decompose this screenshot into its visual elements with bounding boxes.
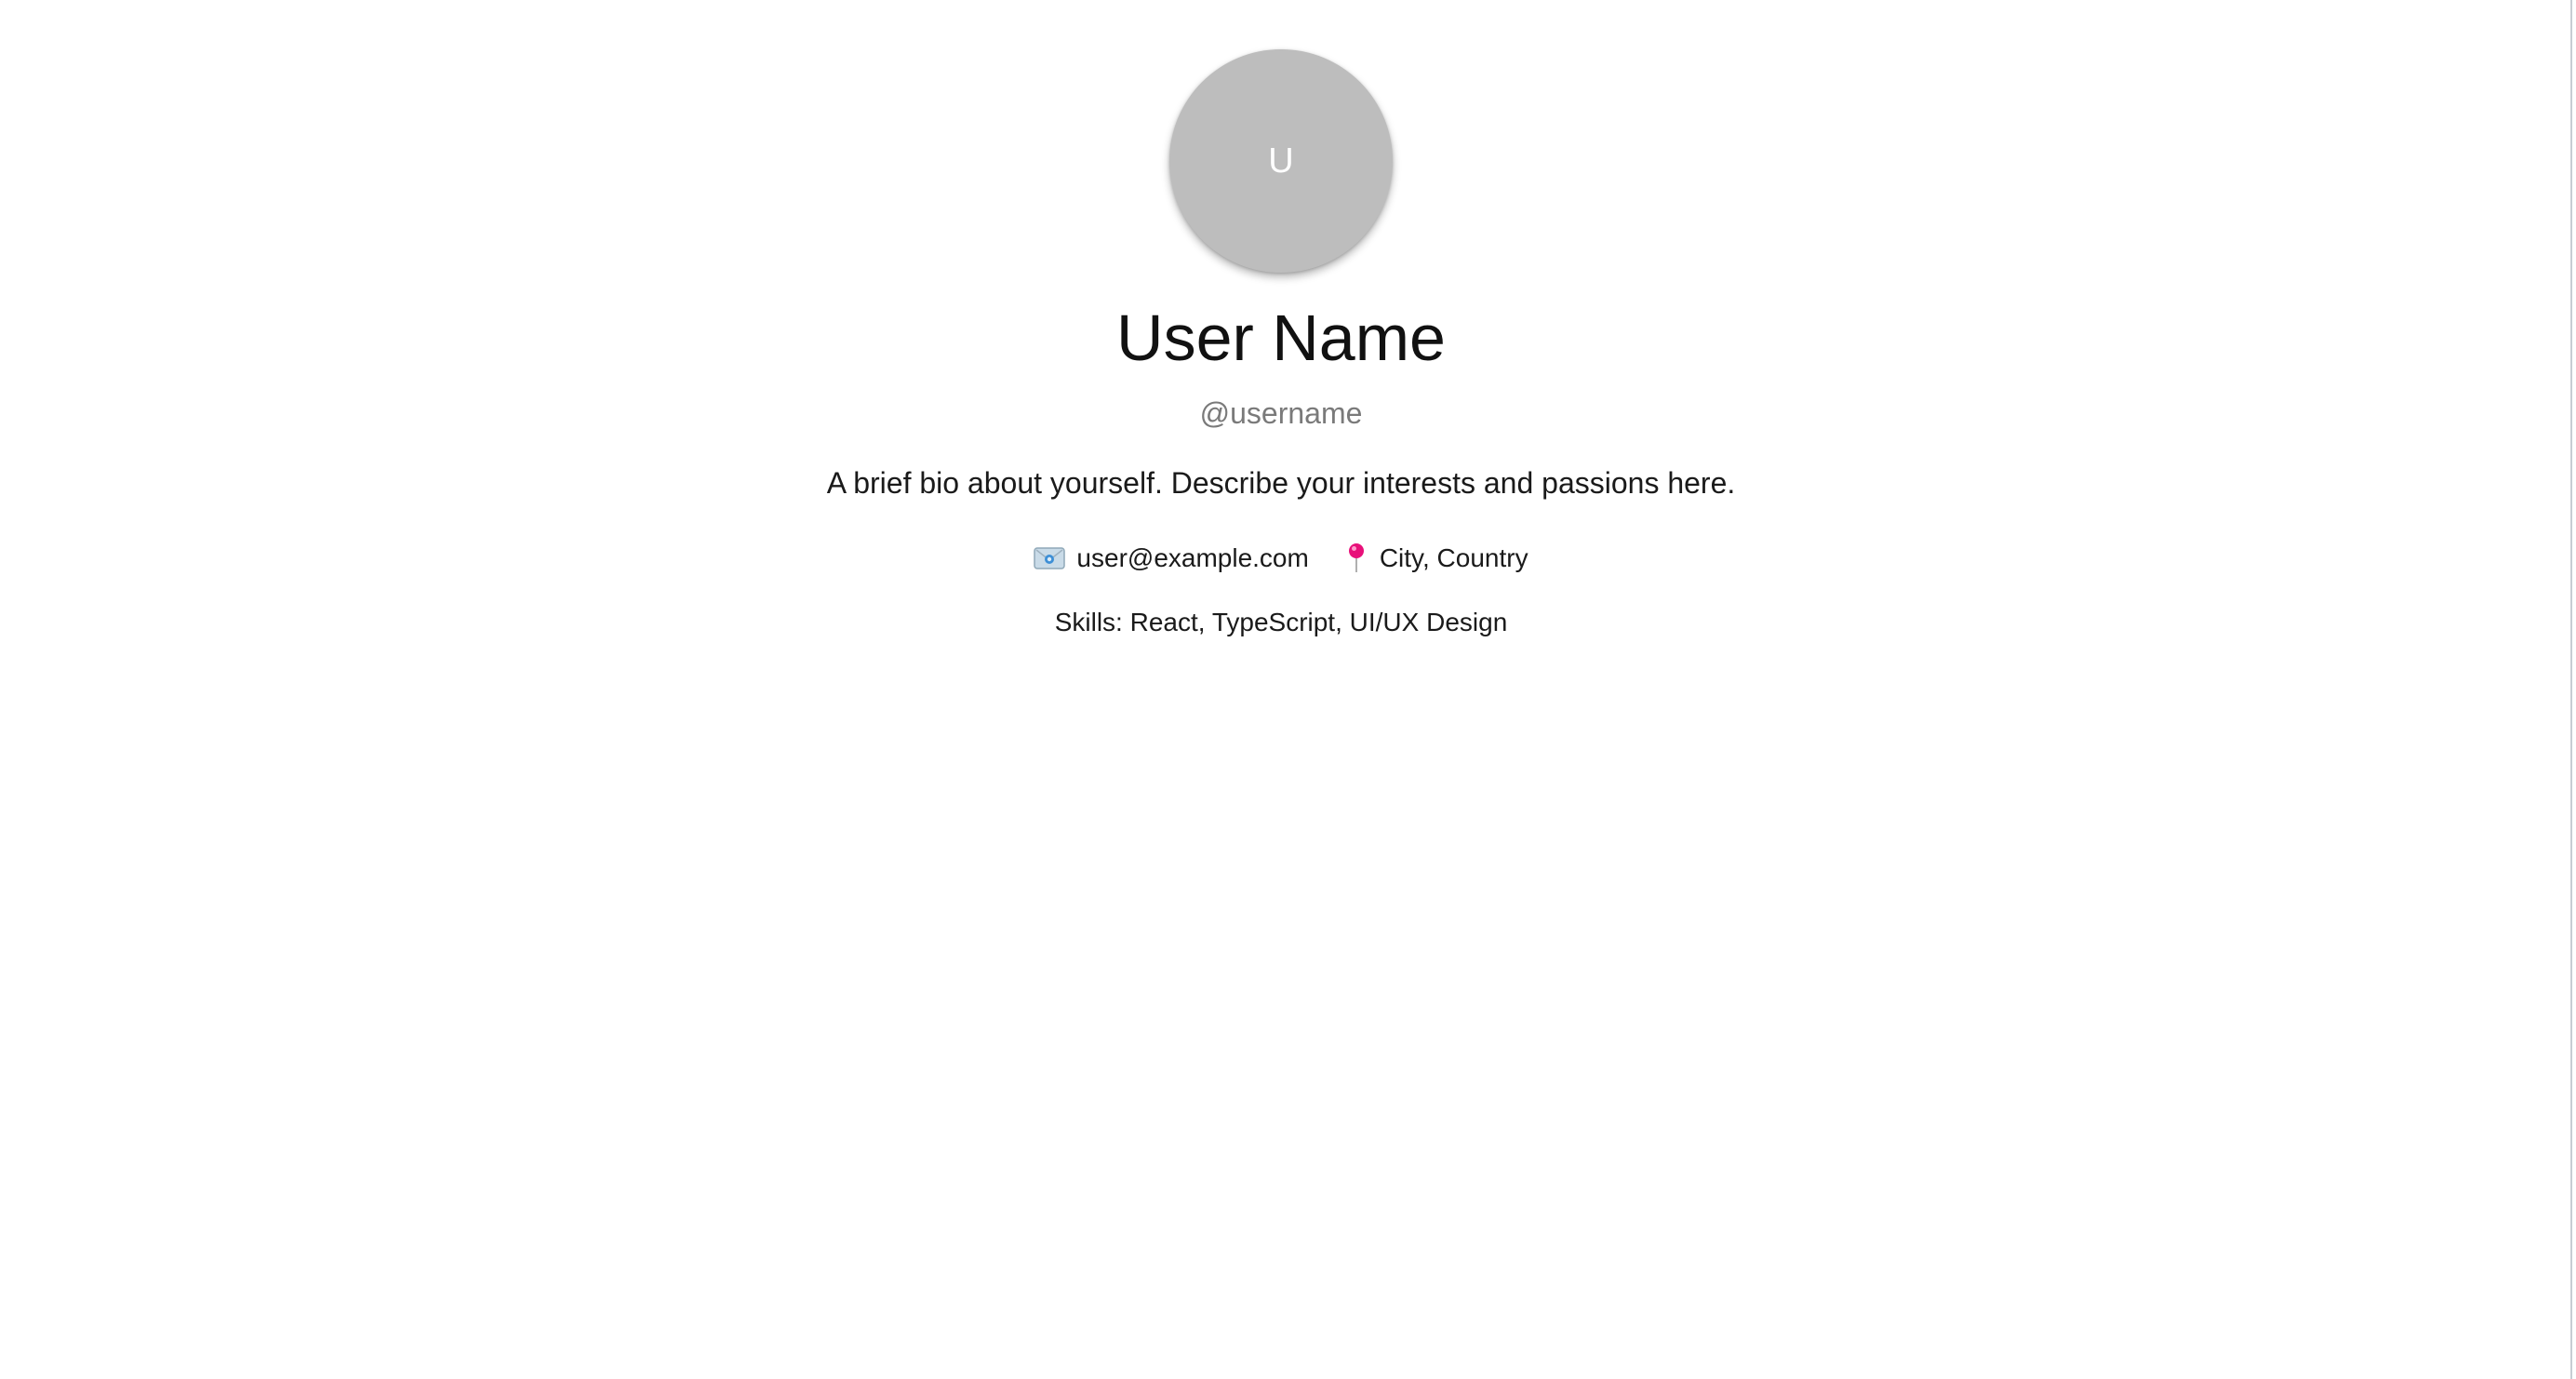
email-icon (1034, 546, 1066, 570)
map-pin-icon (1344, 542, 1368, 574)
profile-handle: @username (1199, 395, 1363, 430)
contact-location: City, Country (1344, 542, 1528, 574)
avatar-initial: U (1268, 141, 1294, 181)
contact-row: user@example.com City, Country (1034, 542, 1528, 574)
profile-page: U User Name @username A brief bio about … (0, 0, 2576, 1379)
profile-card: U User Name @username A brief bio about … (0, 0, 2562, 637)
avatar: U (1169, 49, 1393, 273)
contact-location-text: City, Country (1379, 542, 1528, 572)
profile-name: User Name (1116, 301, 1446, 374)
contact-email[interactable]: user@example.com (1034, 542, 1309, 573)
window-right-border (2570, 0, 2572, 1379)
contact-email-text: user@example.com (1076, 542, 1309, 572)
skills-line: Skills: React, TypeScript, UI/UX Design (1054, 607, 1508, 636)
profile-bio: A brief bio about yourself. Describe you… (826, 465, 1736, 500)
